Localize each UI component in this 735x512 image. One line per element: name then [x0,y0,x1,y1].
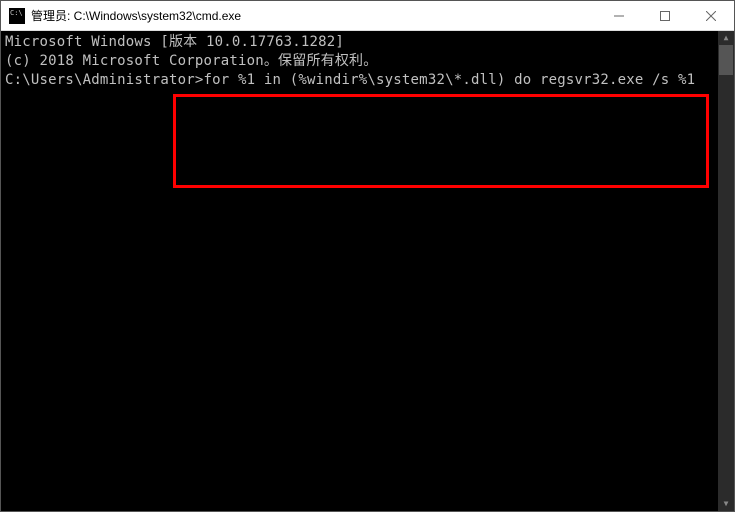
maximize-button[interactable] [642,1,688,30]
terminal-prompt-line: C:\Users\Administrator>for %1 in (%windi… [5,71,730,90]
cmd-icon [9,8,25,24]
window-title: 管理员: C:\Windows\system32\cmd.exe [31,7,596,24]
minimize-button[interactable] [596,1,642,30]
vertical-scrollbar[interactable]: ▲ ▼ [718,31,734,511]
close-button[interactable] [688,1,734,30]
command-text: for %1 in (%windir%\system32\*.dll) do r… [203,72,695,88]
terminal[interactable]: Microsoft Windows [版本 10.0.17763.1282] (… [1,31,734,511]
window-controls [596,1,734,30]
cmd-window: 管理员: C:\Windows\system32\cmd.exe Microso… [0,0,735,512]
scrollbar-thumb[interactable] [719,45,733,75]
scroll-down-arrow-icon[interactable]: ▼ [718,497,734,511]
scroll-up-arrow-icon[interactable]: ▲ [718,31,734,45]
terminal-line: Microsoft Windows [版本 10.0.17763.1282] [5,33,730,52]
prompt: C:\Users\Administrator> [5,72,203,88]
annotation-highlight-box [173,94,709,188]
terminal-line: (c) 2018 Microsoft Corporation。保留所有权利。 [5,52,730,71]
title-bar[interactable]: 管理员: C:\Windows\system32\cmd.exe [1,1,734,31]
